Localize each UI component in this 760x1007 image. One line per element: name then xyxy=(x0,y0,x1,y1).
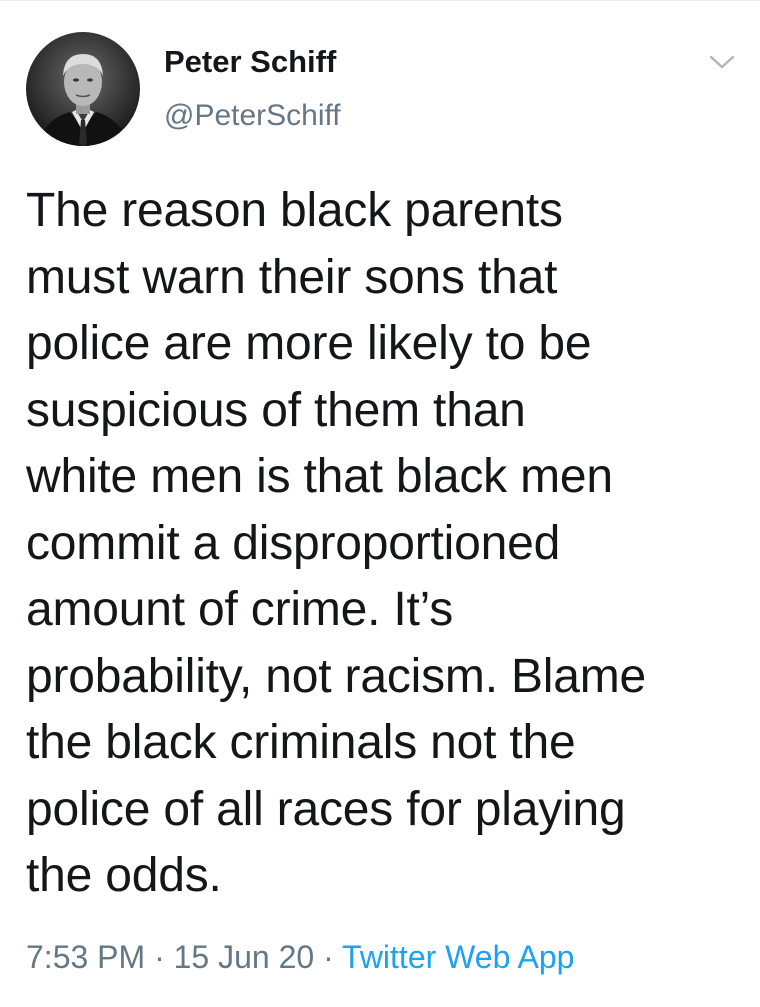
tweet-line: white men is that black men xyxy=(26,450,613,503)
tweet-date[interactable]: 15 Jun 20 xyxy=(174,939,315,975)
author-display-name[interactable]: Peter Schiff xyxy=(164,40,336,84)
tweet-meta: 7:53 PM · 15 Jun 20 · Twitter Web App xyxy=(26,935,574,979)
tweet-line: amount of crime. It’s xyxy=(26,583,454,636)
meta-separator: · xyxy=(323,939,334,975)
tweet-line: must warn their sons that xyxy=(26,250,558,304)
tweet-line: The reason black parents xyxy=(26,184,563,237)
tweet-line: the odds. xyxy=(26,849,222,902)
tweet-line: probability, not racism. Blame xyxy=(26,649,647,703)
author-handle[interactable]: @PeterSchiff xyxy=(164,94,341,138)
tweet-line: commit a disproportioned xyxy=(26,516,561,570)
tweet-line: the black criminals not the xyxy=(26,716,576,769)
tweet-line: suspicious of them than xyxy=(26,383,526,437)
tweet-source-link[interactable]: Twitter Web App xyxy=(342,939,574,975)
top-divider xyxy=(0,0,760,1)
chevron-down-icon[interactable] xyxy=(706,48,738,76)
tweet-line: police are more likely to be xyxy=(26,317,592,370)
tweet-line: police of all races for playing xyxy=(26,782,626,836)
tweet-time[interactable]: 7:53 PM xyxy=(26,939,145,975)
tweet-text: The reason black parents must warn their… xyxy=(26,178,752,910)
meta-separator: · xyxy=(154,939,165,975)
avatar[interactable] xyxy=(26,32,140,146)
profile-photo-icon xyxy=(26,32,140,146)
